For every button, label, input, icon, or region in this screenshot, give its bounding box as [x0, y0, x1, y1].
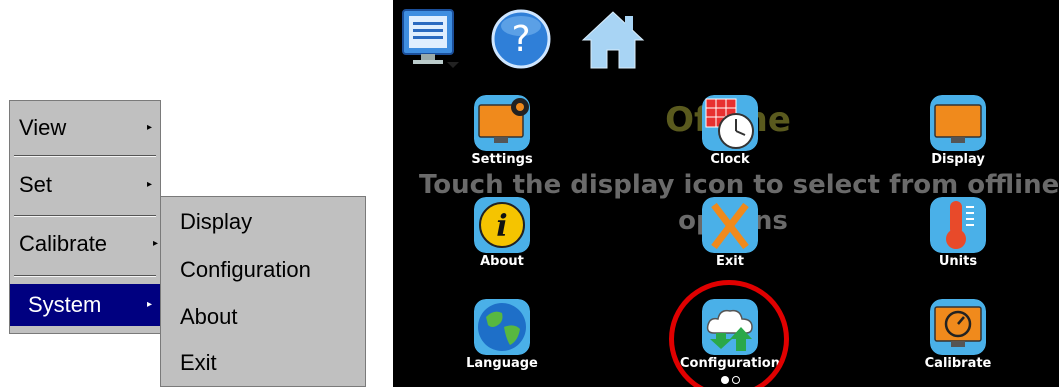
- submenu-arrow-icon: ▸: [146, 179, 152, 190]
- tile-language[interactable]: Language: [466, 299, 538, 379]
- tile-settings[interactable]: Settings: [467, 95, 537, 175]
- menu-item-view[interactable]: View ▸: [10, 107, 160, 149]
- clock-icon: [702, 95, 758, 151]
- submenu-arrow-icon: ▸: [152, 238, 158, 249]
- menu-item-system[interactable]: System ▸: [10, 284, 160, 326]
- tile-display[interactable]: Display: [923, 95, 993, 175]
- monitor-menu-icon[interactable]: [401, 8, 463, 70]
- help-icon[interactable]: ?: [490, 8, 552, 70]
- submenu-arrow-icon: ▸: [146, 122, 152, 133]
- submenu-arrow-icon: ▸: [146, 299, 152, 310]
- menu-item-label: System: [28, 292, 102, 317]
- menu-item-label: Set: [19, 172, 53, 197]
- tile-label: Exit: [716, 254, 744, 269]
- menu-item-set[interactable]: Set ▸: [10, 164, 160, 206]
- device-screen: ? Offline Touch the display icon to sele…: [393, 0, 1059, 387]
- menu-item-label: Calibrate: [19, 231, 108, 256]
- globe-icon: [474, 299, 530, 355]
- top-toolbar: ?: [393, 0, 1059, 80]
- tile-calibrate[interactable]: Calibrate: [923, 299, 993, 379]
- submenu-item-about[interactable]: About: [161, 294, 365, 340]
- tile-units[interactable]: Units: [923, 197, 993, 277]
- settings-icon: [474, 95, 530, 151]
- context-menu: View ▸ Set ▸ Calibrate ▸ System ▸: [9, 100, 161, 334]
- display-icon: [930, 95, 986, 151]
- tile-exit[interactable]: Exit: [695, 197, 765, 277]
- thermometer-icon: [930, 197, 986, 253]
- about-icon: i: [474, 197, 530, 253]
- menu-item-label: View: [19, 115, 67, 140]
- tile-about[interactable]: i About: [467, 197, 537, 277]
- menu-item-calibrate[interactable]: Calibrate ▸: [10, 223, 160, 265]
- submenu-item-display[interactable]: Display: [161, 199, 365, 245]
- highlight-ring: [669, 280, 789, 387]
- menu-separator: [14, 215, 156, 217]
- system-submenu: Display Configuration About Exit: [160, 196, 366, 387]
- tile-clock[interactable]: Clock: [695, 95, 765, 175]
- tile-label: Language: [466, 356, 538, 371]
- tile-label: About: [480, 254, 524, 269]
- submenu-item-configuration[interactable]: Configuration: [161, 247, 365, 293]
- submenu-item-exit[interactable]: Exit: [161, 340, 365, 386]
- exit-icon: [702, 197, 758, 253]
- home-icon[interactable]: [581, 8, 645, 70]
- tile-label: Calibrate: [924, 356, 992, 371]
- svg-text:i: i: [496, 209, 507, 244]
- tile-label: Clock: [710, 152, 750, 167]
- menu-separator: [14, 275, 156, 277]
- svg-text:?: ?: [511, 19, 530, 60]
- menu-separator: [14, 155, 156, 157]
- tile-label: Settings: [471, 152, 533, 167]
- tile-label: Units: [938, 254, 978, 269]
- gauge-icon: [930, 299, 986, 355]
- tile-label: Display: [931, 152, 985, 167]
